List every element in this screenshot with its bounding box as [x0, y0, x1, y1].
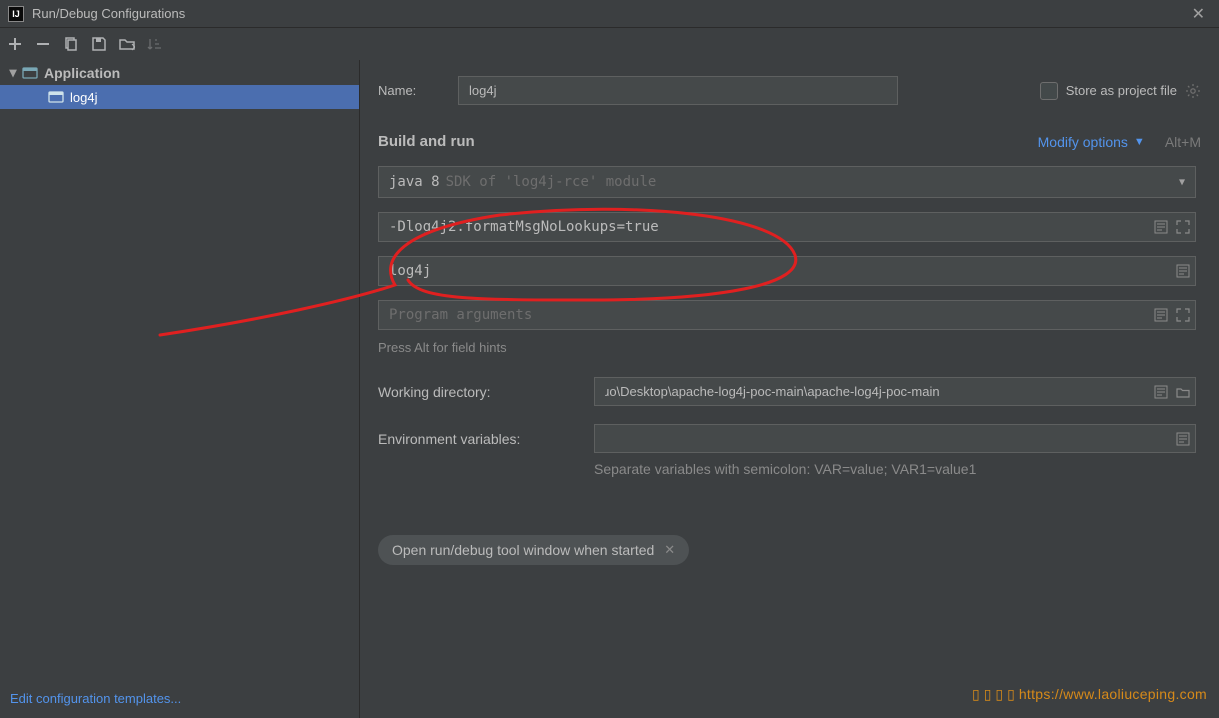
dropdown-arrow-icon: ▼	[1179, 177, 1185, 188]
chip-label: Open run/debug tool window when started	[392, 542, 654, 558]
build-run-section-title: Build and run	[378, 133, 475, 150]
sort-config-button[interactable]	[146, 35, 164, 53]
jdk-module: SDK of 'log4j-rce' module	[446, 174, 657, 190]
copy-config-button[interactable]	[62, 35, 80, 53]
expand-editor-icon[interactable]	[1154, 308, 1168, 322]
env-vars-input[interactable]	[594, 424, 1196, 453]
folder-config-button[interactable]	[118, 35, 136, 53]
add-config-button[interactable]	[6, 35, 24, 53]
expand-editor-icon[interactable]	[1154, 220, 1168, 234]
store-as-project-label: Store as project file	[1066, 83, 1177, 98]
field-hint: Press Alt for field hints	[378, 340, 1201, 355]
expand-editor-icon[interactable]	[1176, 432, 1190, 446]
open-tool-window-chip[interactable]: Open run/debug tool window when started …	[378, 535, 689, 565]
chevron-down-icon: ▼	[1134, 136, 1145, 148]
main-class-input[interactable]	[378, 256, 1196, 286]
tree-item-log4j[interactable]: log4j	[0, 85, 359, 109]
tree-category-label: Application	[44, 65, 120, 81]
config-tree: ▾ Application log4j Edit configuration t…	[0, 60, 360, 718]
remove-config-button[interactable]	[34, 35, 52, 53]
env-vars-label: Environment variables:	[378, 431, 594, 447]
save-config-button[interactable]	[90, 35, 108, 53]
close-button[interactable]: ✕	[1186, 4, 1211, 24]
modify-options-shortcut: Alt+M	[1165, 134, 1201, 150]
edit-templates-link[interactable]: Edit configuration templates...	[10, 691, 181, 706]
expand-editor-icon[interactable]	[1176, 264, 1190, 278]
store-as-project-checkbox[interactable]	[1040, 82, 1058, 100]
working-dir-label: Working directory:	[378, 384, 594, 400]
app-icon: IJ	[8, 6, 24, 22]
env-vars-hint: Separate variables with semicolon: VAR=v…	[594, 461, 1201, 477]
fullscreen-icon[interactable]	[1176, 308, 1190, 322]
name-input[interactable]	[458, 76, 898, 105]
jdk-selector[interactable]: java 8 SDK of 'log4j-rce' module ▼	[378, 166, 1196, 198]
modify-options-link[interactable]: Modify options	[1038, 134, 1128, 150]
watermark-url: ▯▯▯▯https://www.laoliuceping.com	[972, 686, 1207, 703]
config-form: Name: Store as project file Build and ru…	[360, 60, 1219, 718]
window-title: Run/Debug Configurations	[32, 6, 1186, 21]
vm-options-input[interactable]	[378, 212, 1196, 242]
expand-editor-icon[interactable]	[1154, 385, 1168, 399]
tree-category-application[interactable]: ▾ Application	[0, 60, 359, 85]
gear-icon[interactable]	[1185, 83, 1201, 99]
chevron-down-icon: ▾	[6, 64, 20, 81]
application-icon	[22, 65, 38, 81]
chip-remove-icon[interactable]: ✕	[664, 542, 675, 558]
program-arguments-input[interactable]	[378, 300, 1196, 330]
fullscreen-icon[interactable]	[1176, 220, 1190, 234]
toolbar	[0, 28, 1219, 60]
browse-folder-icon[interactable]	[1176, 385, 1190, 399]
jdk-name: java 8	[389, 174, 440, 190]
name-label: Name:	[378, 83, 458, 98]
working-dir-input[interactable]	[594, 377, 1196, 406]
title-bar: IJ Run/Debug Configurations ✕	[0, 0, 1219, 28]
application-icon	[48, 89, 64, 105]
tree-item-label: log4j	[70, 90, 97, 105]
